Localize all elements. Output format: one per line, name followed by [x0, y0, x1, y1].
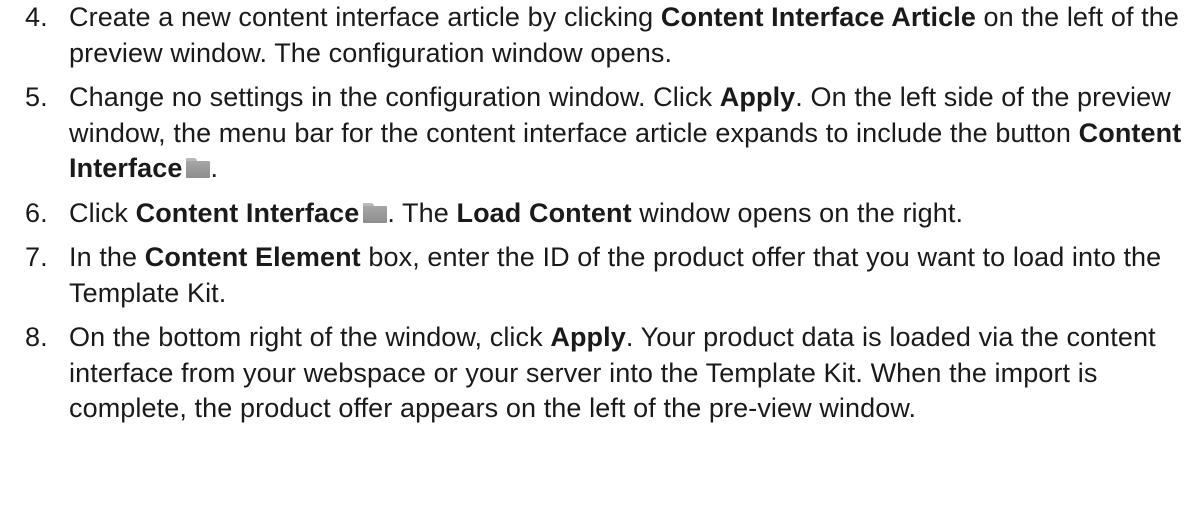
- step-text: Create a new content interface article b…: [69, 2, 661, 32]
- list-item-step-7: 7. In the Content Element box, enter the…: [0, 240, 1203, 311]
- step-text: Change no settings in the configuration …: [69, 82, 720, 112]
- ui-term-apply: Apply: [719, 82, 796, 112]
- ui-term-content-interface-article: Content Interface Article: [660, 2, 976, 32]
- list-item-step-6: 6. Click Content Interface . The Load Con…: [0, 196, 1203, 232]
- instruction-list: 4. Create a new content interface articl…: [0, 0, 1203, 427]
- step-text: .: [210, 153, 219, 183]
- step-text: On the bottom right of the window, click: [69, 322, 551, 352]
- step-text: window opens on the right.: [631, 197, 964, 228]
- folder-icon: [363, 202, 388, 223]
- step-number: 8.: [25, 322, 48, 352]
- ui-term-content-interface: Content Interface: [135, 197, 360, 228]
- folder-icon: [186, 158, 211, 178]
- document-page: 4. Create a new content interface articl…: [0, 0, 1203, 507]
- step-number: 4.: [25, 2, 48, 32]
- step-text: In the: [69, 242, 145, 272]
- ui-term-load-content: Load Content: [456, 197, 632, 228]
- list-item-step-5: 5. Change no settings in the configurati…: [0, 80, 1203, 187]
- step-number: 6.: [25, 197, 48, 228]
- list-item-step-4: 4. Create a new content interface articl…: [0, 0, 1203, 71]
- step-text: Click: [69, 197, 136, 228]
- list-item-step-8: 8. On the bottom right of the window, cl…: [0, 320, 1203, 427]
- ui-term-content-element: Content Element: [144, 242, 361, 272]
- step-number: 7.: [25, 242, 48, 272]
- ui-term-apply: Apply: [550, 322, 626, 352]
- step-text: . The: [387, 197, 457, 228]
- step-number: 5.: [25, 82, 48, 112]
